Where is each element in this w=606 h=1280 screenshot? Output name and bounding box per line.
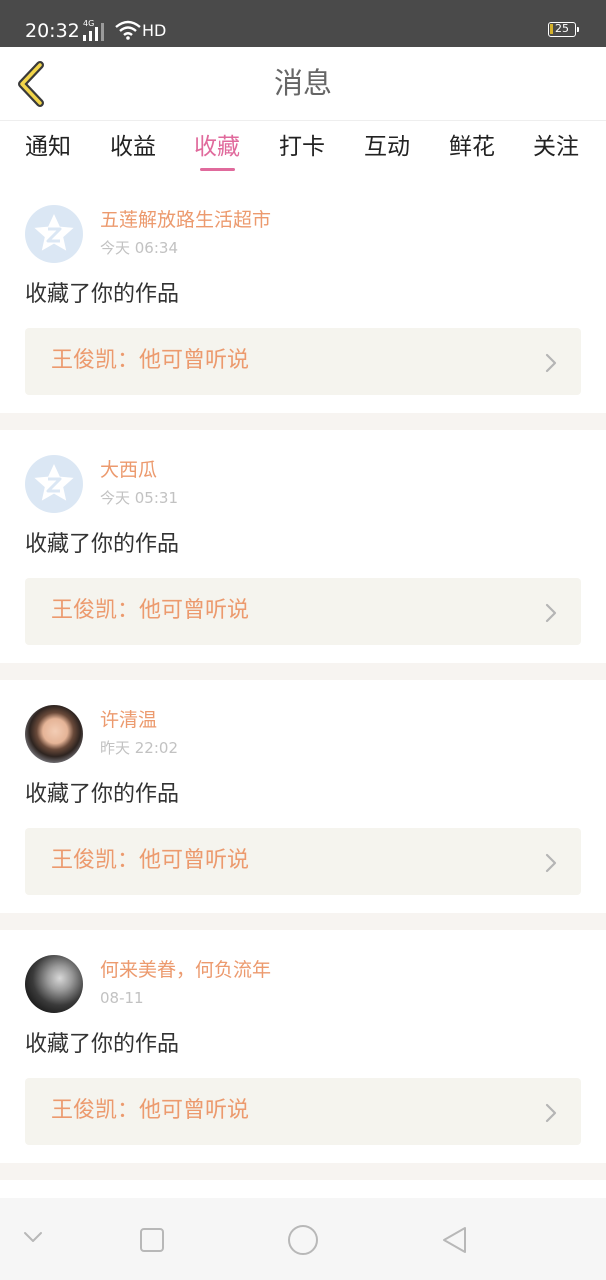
username[interactable]: 许清温 [100,708,157,732]
wifi-icon [115,20,141,40]
work-title: 王俊凯：他可曾听说 [51,1098,250,1123]
triangle-back-icon[interactable] [440,1225,468,1255]
square-recents-icon[interactable] [139,1227,165,1253]
work-link[interactable]: 王俊凯：他可曾听说 [25,1078,581,1145]
card-divider [0,1163,606,1180]
default-avatar-icon[interactable] [25,455,83,513]
work-link[interactable]: 王俊凯：他可曾听说 [25,828,581,895]
username[interactable]: 五莲解放路生活超市 [100,208,271,232]
tab-notifications[interactable]: 通知 [25,131,71,163]
work-title: 王俊凯：他可曾听说 [51,348,250,373]
action-text: 收藏了你的作品 [25,282,180,307]
active-tab-indicator [200,168,235,171]
network-type: 4G [83,19,95,28]
card-divider [0,913,606,930]
tab-favorites[interactable]: 收藏 [194,131,240,163]
work-title: 王俊凯：他可曾听说 [51,598,250,623]
chevron-right-icon [545,353,557,373]
user-avatar[interactable] [25,705,83,763]
action-text: 收藏了你的作品 [25,532,180,557]
message-card: 何来美眷，何负流年 08-11 收藏了你的作品 王俊凯：他可曾听说 [0,930,606,1163]
action-text: 收藏了你的作品 [25,1032,180,1057]
work-link[interactable]: 王俊凯：他可曾听说 [25,578,581,645]
header: 消息 [0,47,606,121]
chevron-right-icon [545,1103,557,1123]
status-bar: 20:32 4G HD 25 [0,0,606,47]
work-title: 王俊凯：他可曾听说 [51,848,250,873]
page-title: 消息 [273,66,332,100]
tab-interaction[interactable]: 互动 [364,131,410,163]
username[interactable]: 何来美眷，何负流年 [100,958,271,982]
battery-level: 25 [555,22,569,35]
message-card: 五莲解放路生活超市 今天 06:34 收藏了你的作品 王俊凯：他可曾听说 [0,180,606,413]
action-text: 收藏了你的作品 [25,782,180,807]
cellular-signal-icon: 4G [83,19,109,41]
chevron-right-icon [545,853,557,873]
circle-home-icon[interactable] [287,1224,319,1256]
chevron-down-icon[interactable] [23,1231,43,1243]
battery-icon: 25 [548,22,579,37]
card-divider [0,413,606,430]
status-time: 20:32 [25,20,80,42]
tab-earnings[interactable]: 收益 [110,131,156,163]
tab-bar: 通知 收益 收藏 打卡 互动 鲜花 关注 [0,121,606,177]
system-nav-bar [0,1198,606,1280]
message-card: 许清温 昨天 22:02 收藏了你的作品 王俊凯：他可曾听说 [0,680,606,913]
work-link[interactable]: 王俊凯：他可曾听说 [25,328,581,395]
tab-flowers[interactable]: 鲜花 [449,131,495,163]
user-avatar[interactable] [25,955,83,1013]
timestamp: 今天 05:31 [100,489,178,507]
message-card: 大西瓜 今天 05:31 收藏了你的作品 王俊凯：他可曾听说 [0,430,606,663]
timestamp: 08-11 [100,989,144,1007]
default-avatar-icon[interactable] [25,205,83,263]
timestamp: 今天 06:34 [100,239,178,257]
hd-indicator: HD [142,21,167,40]
chevron-right-icon [545,603,557,623]
tab-checkin[interactable]: 打卡 [279,131,325,163]
timestamp: 昨天 22:02 [100,739,178,757]
card-divider [0,663,606,680]
username[interactable]: 大西瓜 [100,458,157,482]
tab-follow[interactable]: 关注 [533,131,579,163]
